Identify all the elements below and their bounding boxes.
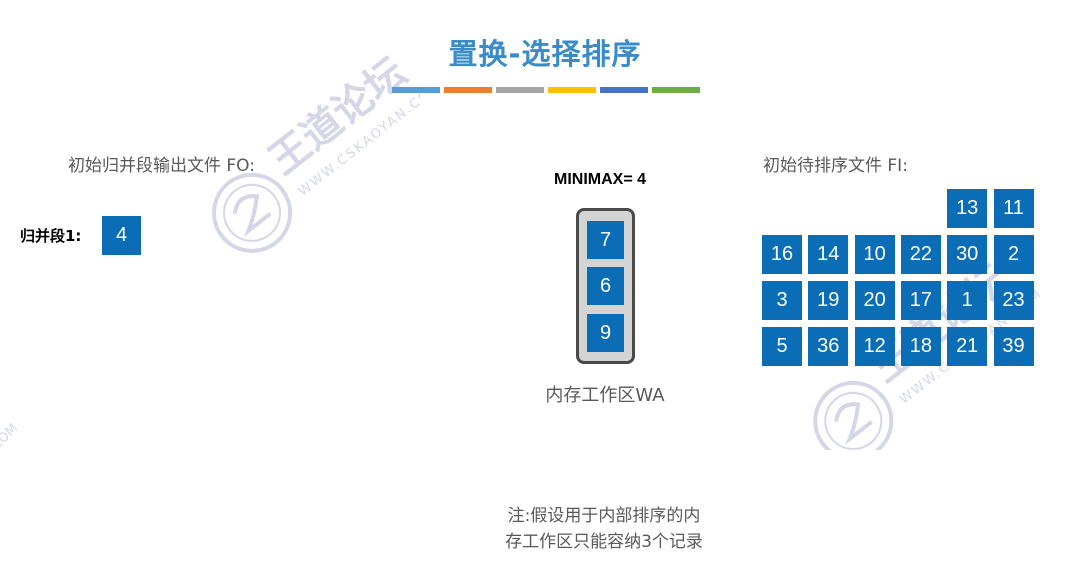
input-record: 20: [854, 281, 895, 320]
input-file-grid: 13 11 16 14 10 22 30 2 3 19 20 17 1 23 5 36 12 18 21 39: [762, 189, 1038, 367]
input-record: 17: [900, 281, 941, 320]
input-record: 3: [762, 281, 802, 320]
input-record: 36: [808, 327, 849, 366]
input-record: 10: [854, 235, 895, 274]
input-record: 39: [993, 327, 1034, 366]
run-1-label: 归并段1:: [20, 227, 82, 245]
input-record: 23: [993, 281, 1034, 320]
note-line-2: 存工作区只能容纳3个记录: [505, 532, 703, 552]
input-record: 13: [947, 189, 988, 228]
title-color-bars: [392, 87, 700, 93]
working-area-record: 7: [587, 221, 624, 259]
input-record: 21: [947, 327, 988, 366]
input-record: 22: [900, 235, 941, 274]
working-area-record: 9: [587, 314, 624, 352]
watermark-logo-top: 王道论坛 WWW.CSKAOYAN.COM: [212, 49, 420, 253]
title-bar-1: [392, 87, 440, 93]
title-bar-2: [444, 87, 492, 93]
title-bar-3: [496, 87, 544, 93]
output-file-heading: 初始归并段输出文件 FO:: [68, 156, 255, 176]
input-record: 30: [947, 235, 988, 274]
input-record: 19: [808, 281, 849, 320]
input-record: 5: [762, 327, 802, 366]
page-title: 置换-选择排序: [448, 37, 642, 71]
working-area-record: 6: [587, 267, 624, 305]
input-record: 14: [808, 235, 849, 274]
minimax-value: MINIMAX= 4: [553, 171, 646, 188]
note: 注:假设用于内部排序的内 存工作区只能容纳3个记录: [470, 503, 738, 555]
run-1-record: 4: [102, 216, 141, 255]
input-record: 1: [947, 281, 988, 320]
working-area-container: 7 6 9: [576, 208, 635, 364]
working-area-label: 内存工作区WA: [545, 385, 665, 406]
input-record: 11: [993, 189, 1034, 228]
input-record: 2: [993, 235, 1034, 274]
watermark-brand-text: 王道论坛: [261, 49, 415, 184]
watermark-fragment-left: .COM: [0, 421, 21, 455]
input-record: 16: [762, 235, 802, 274]
title-bar-5: [600, 87, 648, 93]
input-record: 12: [854, 327, 895, 366]
watermark-url-text: WWW.CSKAOYAN.COM: [296, 78, 420, 199]
svg-text:.COM: .COM: [0, 421, 21, 455]
title-bar-4: [548, 87, 596, 93]
input-file-heading: 初始待排序文件 FI:: [763, 156, 908, 176]
title-bar-6: [652, 87, 700, 93]
input-record: 18: [900, 327, 941, 366]
note-line-1: 注:假设用于内部排序的内: [507, 506, 701, 526]
